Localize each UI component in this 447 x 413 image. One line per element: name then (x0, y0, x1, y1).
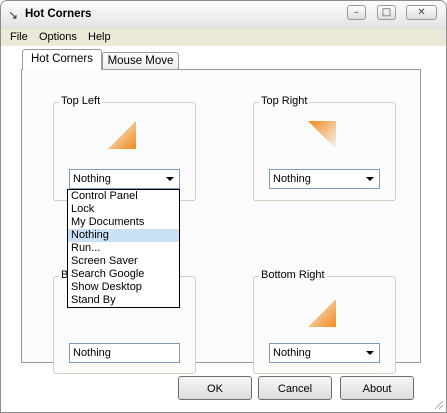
close-button[interactable]: ✕ (406, 5, 437, 20)
bottom-right-selected-value: Nothing (273, 347, 311, 359)
group-top-right: Top Right Nothing (253, 95, 396, 201)
group-top-left: Top Left Nothing (53, 95, 196, 201)
menu-options[interactable]: Options (39, 31, 77, 43)
top-right-corner-icon (308, 121, 336, 149)
chevron-down-icon[interactable] (163, 172, 177, 186)
group-bottom-right: Bottom Right Nothing (253, 269, 396, 374)
dropdown-option[interactable]: Run... (68, 242, 179, 255)
top-left-selected-value: Nothing (73, 173, 111, 185)
group-title-top-right: Top Right (259, 95, 310, 107)
maximize-button[interactable]: □ (377, 5, 396, 20)
dropdown-option[interactable]: My Documents (68, 216, 179, 229)
window-title: Hot Corners (25, 8, 92, 20)
group-title-bottom-right: Bottom Right (259, 269, 327, 281)
tab-mouse-move[interactable]: Mouse Move (102, 52, 179, 70)
about-button[interactable]: About (340, 376, 414, 400)
chevron-down-icon[interactable] (363, 346, 377, 360)
top-left-action-select[interactable]: Nothing (69, 169, 180, 189)
top-left-dropdown-list: Control Panel Lock My Documents Nothing … (67, 189, 180, 308)
group-title-top-left: Top Left (59, 95, 103, 107)
dropdown-option[interactable]: Screen Saver (68, 255, 179, 268)
bottom-right-corner-icon (308, 299, 336, 327)
dropdown-option[interactable]: Control Panel (68, 190, 179, 203)
minimize-icon: – (354, 7, 359, 18)
menu-file[interactable]: File (10, 31, 28, 43)
maximize-icon: □ (381, 7, 392, 18)
dropdown-option[interactable]: Search Google (68, 268, 179, 281)
dropdown-option[interactable]: Show Desktop (68, 281, 179, 294)
cancel-button[interactable]: Cancel (258, 376, 332, 400)
app-window: ↘ Hot Corners – □ ✕ File Options Help Ho… (0, 0, 447, 413)
top-right-action-select[interactable]: Nothing (269, 169, 380, 189)
menu-bar: File Options Help (1, 29, 446, 46)
top-left-corner-icon (108, 121, 136, 149)
ok-button[interactable]: OK (178, 376, 252, 400)
title-bar[interactable]: ↘ Hot Corners – □ ✕ (1, 1, 446, 30)
menu-help[interactable]: Help (88, 31, 111, 43)
bottom-right-action-select[interactable]: Nothing (269, 343, 380, 363)
bottom-left-selected-value: Nothing (73, 347, 111, 359)
minimize-button[interactable]: – (347, 5, 366, 20)
dropdown-option[interactable]: Stand By (68, 294, 179, 307)
tab-hot-corners[interactable]: Hot Corners (22, 49, 102, 70)
top-right-selected-value: Nothing (273, 173, 311, 185)
chevron-down-icon[interactable] (363, 172, 377, 186)
dropdown-option[interactable]: Lock (68, 203, 179, 216)
resize-grip-icon[interactable] (434, 400, 444, 410)
close-icon: ✕ (417, 7, 426, 18)
dropdown-option-highlighted[interactable]: Nothing (68, 229, 179, 242)
arrow-icon: ↘ (8, 8, 19, 22)
bottom-left-action-select[interactable]: Nothing (69, 343, 180, 363)
